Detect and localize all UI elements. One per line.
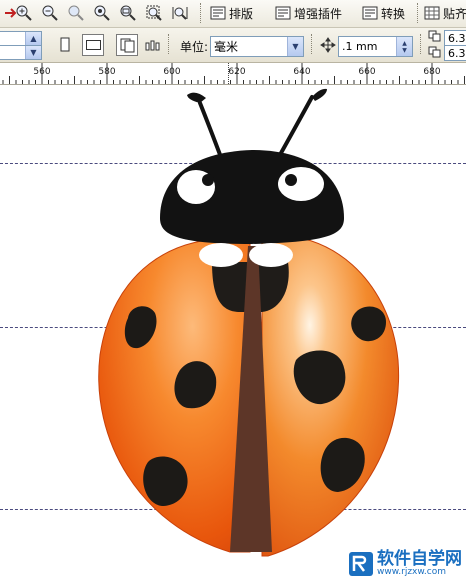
- brand-logo-icon: [349, 552, 373, 576]
- toolbar-separator: [420, 34, 422, 54]
- right-eye-highlight: [278, 167, 324, 201]
- layout-icon: [210, 6, 226, 20]
- ruler-label: 660: [358, 67, 376, 77]
- zoom-all-objects-icon[interactable]: [119, 4, 137, 22]
- left-antenna-tip: [187, 92, 206, 103]
- zoom-out-icon[interactable]: [41, 4, 59, 22]
- current-page-icon[interactable]: [145, 39, 161, 51]
- ruler-label: 560: [33, 67, 51, 77]
- property-bar: ▲ ▼ 单位: 毫米 ▼ .1 mm ▲ ▼ 6.3 6.3: [0, 28, 466, 63]
- width-spinbox[interactable]: ▲: [0, 31, 42, 46]
- convert-icon: [362, 6, 378, 20]
- convert-button[interactable]: 转换: [362, 3, 405, 23]
- left-antenna: [198, 101, 224, 162]
- units-label: 单位:: [180, 40, 209, 54]
- watermark-logo: 软件自学网 www.rjzxw.com: [348, 551, 462, 577]
- toolbar-separator: [311, 34, 313, 54]
- watermark-brand: 软件自学网: [377, 549, 462, 569]
- zoom-in-icon[interactable]: [15, 4, 33, 22]
- left-eye: [202, 174, 214, 186]
- spin-icon[interactable]: ▲ ▼: [396, 37, 412, 56]
- main-toolbar: 排版 增强插件 转换 贴齐: [0, 0, 466, 28]
- watermark-url: www.rjzxw.com: [377, 567, 446, 577]
- nudge-icon: [320, 37, 336, 53]
- right-antenna-tip: [312, 88, 327, 101]
- plugin-button[interactable]: 增强插件: [275, 3, 342, 23]
- ruler-label: 600: [163, 67, 181, 77]
- chevron-down-icon[interactable]: ▼: [287, 37, 303, 56]
- left-cheek-highlight: [199, 243, 243, 267]
- right-cheek-highlight: [249, 243, 293, 267]
- dup-x-value: 6.3: [448, 31, 466, 45]
- toolbar-separator: [200, 3, 202, 23]
- ruler-label: 680: [423, 67, 441, 77]
- nudge-input[interactable]: .1 mm ▲ ▼: [338, 36, 413, 57]
- ruler-label: 580: [98, 67, 116, 77]
- drawing-canvas[interactable]: 软件自学网 www.rjzxw.com: [0, 85, 466, 579]
- duplicate-x-icon: [428, 30, 441, 42]
- spin-down-icon[interactable]: ▼: [25, 46, 41, 59]
- horizontal-ruler[interactable]: 560 580 600 620 640 660 680: [0, 63, 466, 85]
- snap-button[interactable]: 贴齐: [424, 3, 466, 23]
- duplicate-y-icon: [428, 46, 441, 58]
- ruler-label: 640: [293, 67, 311, 77]
- zoom-one-shot-icon[interactable]: [67, 4, 85, 22]
- zoom-page-width-icon[interactable]: [171, 4, 189, 22]
- snap-grid-icon: [424, 6, 440, 20]
- dup-y-value: 6.3: [448, 46, 466, 60]
- zoom-selected-icon[interactable]: [93, 4, 111, 22]
- dup-x-input[interactable]: 6.3: [444, 30, 466, 46]
- portrait-icon[interactable]: [58, 37, 72, 53]
- dup-y-input[interactable]: 6.3: [444, 45, 466, 61]
- convert-label: 转换: [381, 6, 406, 21]
- ladybug-illustration[interactable]: [0, 85, 466, 579]
- right-eye: [285, 174, 297, 186]
- spin-up-icon[interactable]: ▲: [25, 32, 41, 45]
- snap-label: 贴齐: [443, 6, 466, 21]
- zoom-page-icon[interactable]: [145, 4, 163, 22]
- height-spinbox[interactable]: ▼: [0, 45, 42, 60]
- all-pages-icon: [120, 38, 135, 53]
- ruler-cursor-marker: [228, 63, 229, 84]
- nudge-value: .1 mm: [342, 40, 378, 53]
- ruler-label: 620: [228, 67, 246, 77]
- right-antenna: [274, 95, 314, 164]
- plugin-icon: [275, 6, 291, 20]
- landscape-button[interactable]: [82, 34, 104, 56]
- layout-button[interactable]: 排版: [210, 3, 253, 23]
- landscape-icon: [86, 40, 101, 50]
- toolbar-separator: [168, 34, 170, 54]
- units-value: 毫米: [214, 40, 239, 54]
- plugin-label: 增强插件: [294, 6, 343, 21]
- toolbar-separator: [417, 3, 419, 23]
- layout-label: 排版: [229, 6, 254, 21]
- all-pages-button[interactable]: [116, 34, 138, 56]
- units-select[interactable]: 毫米 ▼: [210, 36, 304, 57]
